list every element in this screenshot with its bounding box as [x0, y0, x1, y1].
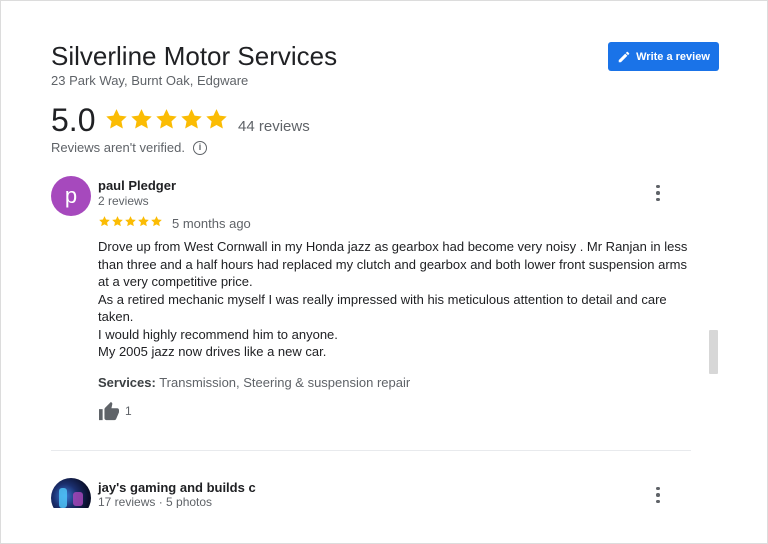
pencil-icon	[618, 51, 630, 62]
panel-clip	[1, 508, 767, 543]
review-count-link[interactable]: 44 reviews	[238, 118, 310, 135]
services-value: Transmission, Steering & suspension repa…	[159, 375, 411, 390]
star-icon	[99, 216, 110, 227]
review-paragraph: As a retired mechanic myself I was reall…	[98, 291, 667, 325]
review-stars	[98, 215, 163, 228]
write-review-button[interactable]: Write a review	[608, 42, 719, 71]
reviewer-name[interactable]: jay's gaming and builds c	[98, 480, 256, 495]
reviews-panel: Silverline Motor Services 23 Park Way, B…	[0, 0, 768, 544]
info-icon[interactable]: i	[192, 140, 207, 155]
average-rating: 5.0	[51, 102, 96, 138]
not-verified-text: Reviews aren't verified.	[51, 140, 185, 155]
average-rating-stars	[104, 107, 229, 132]
star-icon	[106, 109, 127, 129]
star-icon	[151, 216, 162, 227]
star-icon	[138, 216, 149, 227]
more-vert-icon[interactable]	[650, 483, 666, 507]
star-icon	[131, 109, 152, 129]
thumbs-up-icon	[99, 401, 119, 421]
reviewer-name[interactable]: paul Pledger	[98, 178, 176, 193]
star-icon	[206, 109, 227, 129]
business-name: Silverline Motor Services	[51, 41, 338, 71]
review-services: Services: Transmission, Steering & suspe…	[98, 375, 410, 390]
scrollbar-thumb[interactable]	[709, 330, 718, 374]
business-address: 23 Park Way, Burnt Oak, Edgware	[51, 73, 249, 88]
reviewer-review-count: 17 reviews · 5 photos	[98, 495, 213, 509]
review-paragraph: My 2005 jazz now drives like a new car.	[98, 344, 327, 359]
star-icon	[125, 216, 136, 227]
review-date: 5 months ago	[172, 216, 251, 231]
review-paragraph: I would highly recommend him to anyone.	[98, 326, 338, 342]
review-text: Drove up from West Cornwall in my Honda …	[98, 238, 698, 361]
like-button[interactable]: 1	[98, 401, 132, 421]
more-vert-icon[interactable]	[650, 181, 666, 205]
star-icon	[112, 216, 123, 227]
review-paragraph: Drove up from West Cornwall in my Honda …	[98, 239, 688, 289]
not-verified-notice: Reviews aren't verified. i	[51, 140, 207, 155]
write-review-label: Write a review	[636, 50, 710, 63]
star-icon	[181, 109, 202, 129]
star-icon	[156, 109, 177, 129]
review-divider	[51, 450, 691, 451]
like-count: 1	[125, 404, 132, 418]
reviewer-review-count: 2 reviews	[98, 194, 149, 208]
services-label: Services:	[98, 375, 156, 390]
avatar[interactable]: p	[51, 176, 91, 216]
